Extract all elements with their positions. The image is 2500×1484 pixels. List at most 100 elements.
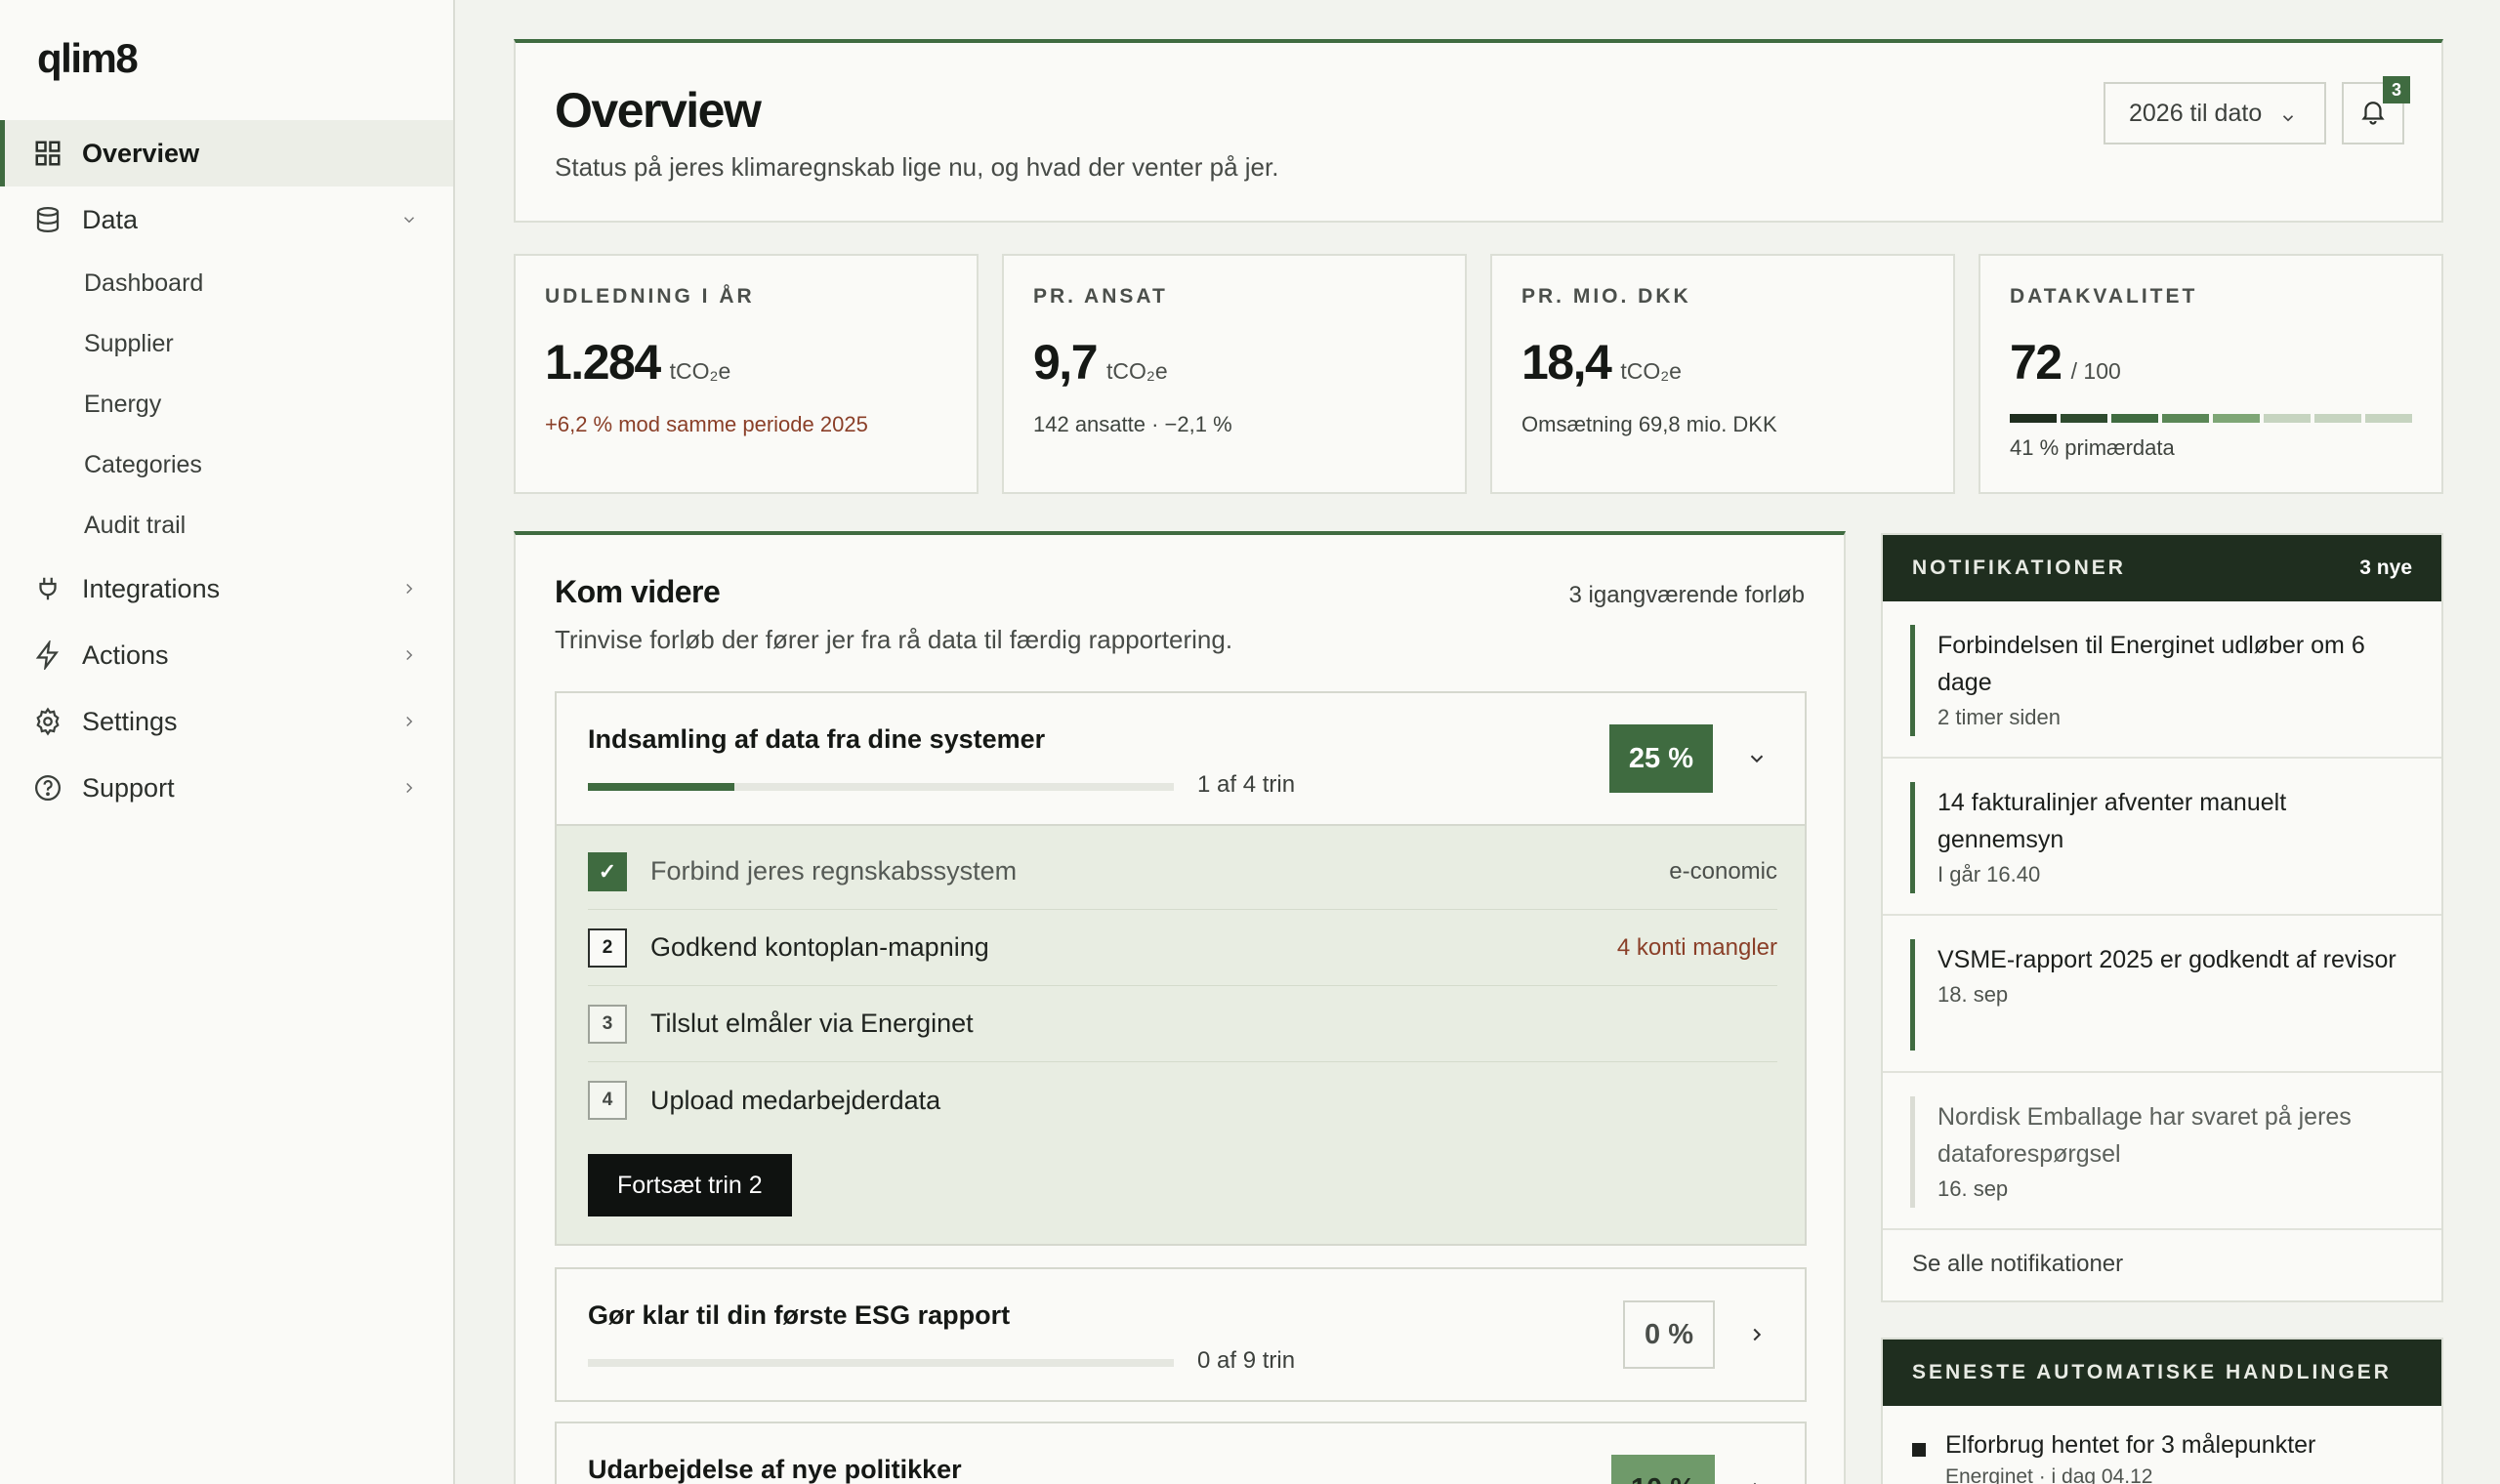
app-logo[interactable]: qlim8 <box>37 35 139 82</box>
sidebar-item-label: Overview <box>82 138 200 168</box>
kpi-card-per-employee: PR. ANSAT 9,7 tCO₂e 142 ansatte · −2,1 % <box>1002 254 1467 494</box>
notification-count-badge: 3 <box>2383 76 2410 103</box>
chevron-down-icon <box>2279 105 2297 123</box>
notification-item[interactable]: 14 fakturalinjer afventer manuelt gennem… <box>1883 759 2441 916</box>
sidebar-subitem-categories[interactable]: Categories <box>0 434 453 495</box>
notification-item[interactable]: Nordisk Emballage har svaret på jeres da… <box>1883 1073 2441 1230</box>
sidebar: qlim8 Overview Data Dashboard Supplier E… <box>0 0 455 1484</box>
sidebar-item-overview[interactable]: Overview <box>0 120 453 186</box>
flows-count: 3 igangværende forløb <box>1568 582 1805 608</box>
database-icon <box>33 205 62 234</box>
gear-icon <box>33 707 62 736</box>
plug-icon <box>33 574 62 603</box>
section-subtitle: Trinvise forløb der fører jer fra rå dat… <box>555 625 1233 654</box>
quality-segment <box>2365 414 2412 423</box>
flow-step[interactable]: ✓ Forbind jeres regnskabssystem e-conomi… <box>588 834 1777 910</box>
sidebar-subitem-audit-trail[interactable]: Audit trail <box>0 495 453 556</box>
progress-flows-card: Kom videre 3 igangværende forløb Trinvis… <box>514 531 1846 1484</box>
kpi-card-data-quality: DATAKVALITET 72 / 100 41 % primærdata <box>1979 254 2443 494</box>
quality-segment <box>2162 414 2209 423</box>
auto-actions-panel: SENESTE AUTOMATISKE HANDLINGER Elforbrug… <box>1881 1338 2443 1484</box>
kpi-note: Omsætning 69,8 mio. DKK <box>1521 412 1777 436</box>
flow-percent-badge: 10 % <box>1610 1455 1715 1484</box>
auto-action-meta: Energinet · i dag 04.12 <box>1945 1465 2153 1484</box>
kpi-note: 142 ansatte · −2,1 % <box>1033 412 1232 436</box>
sidebar-item-label: Data <box>82 204 139 234</box>
chevron-down-icon <box>400 211 418 228</box>
kpi-note: +6,2 % mod samme periode 2025 <box>545 412 868 436</box>
notifications-header: NOTIFIKATIONER 3 nye <box>1883 535 2441 601</box>
kpi-card-emissions: UDLEDNING I ÅR 1.284 tCO₂e +6,2 % mod sa… <box>514 254 979 494</box>
notification-item[interactable]: Forbindelsen til Energinet udløber om 6 … <box>1883 601 2441 759</box>
flow-header[interactable]: Gør klar til din første ESG rapport 0 af… <box>557 1269 1805 1400</box>
quality-segment <box>2314 414 2361 423</box>
chevron-right-icon <box>400 580 418 598</box>
notification-time: 18. sep <box>1938 982 2009 1007</box>
chevron-right-icon[interactable] <box>1746 1478 1768 1484</box>
quality-segment <box>2061 414 2107 423</box>
step-checkbox: ✓ <box>588 851 627 891</box>
sidebar-item-support[interactable]: Support <box>0 755 453 821</box>
kpi-unit: tCO₂e <box>1106 358 1168 384</box>
see-all-notifications-link[interactable]: Se alle notifikationer <box>1883 1230 2441 1298</box>
flow-steps-count: 0 af 9 trin <box>1197 1347 1296 1374</box>
page-header: Overview Status på jeres klimaregnskab l… <box>514 39 2443 223</box>
flow-header[interactable]: Indsamling af data fra dine systemer 1 a… <box>557 693 1805 824</box>
chevron-right-icon[interactable] <box>1746 1324 1768 1345</box>
notification-item[interactable]: VSME-rapport 2025 er godkendt af revisor… <box>1883 916 2441 1073</box>
step-meta: e-conomic <box>1669 857 1777 885</box>
flow-steps-count: 1 af 4 trin <box>1197 771 1296 798</box>
kpi-unit: tCO₂e <box>669 358 731 384</box>
flow-percent-badge: 0 % <box>1623 1300 1715 1369</box>
step-number: 3 <box>588 1004 627 1044</box>
bullet-square-icon <box>1912 1443 1926 1457</box>
sidebar-subitem-dashboard[interactable]: Dashboard <box>0 253 453 313</box>
flow-title: Udarbejdelse af nye politikker <box>588 1455 962 1484</box>
step-label: Upload medarbejderdata <box>650 1085 941 1115</box>
flow-step[interactable]: 3 Tilslut elmåler via Energinet <box>588 986 1777 1062</box>
chevron-down-icon[interactable] <box>1746 748 1768 769</box>
flow-percent-badge: 25 % <box>1608 724 1713 793</box>
kpi-number: 72 <box>2010 335 2062 390</box>
sidebar-item-actions[interactable]: Actions <box>0 622 453 688</box>
kpi-value: 9,7 tCO₂e <box>1033 334 1168 391</box>
read-indicator <box>1910 1096 1915 1208</box>
sidebar-subitem-energy[interactable]: Energy <box>0 374 453 434</box>
auto-action-item[interactable]: Elforbrug hentet for 3 målepunkter Energ… <box>1883 1406 2441 1484</box>
page-title: Overview <box>555 83 762 138</box>
notification-time: 2 timer siden <box>1938 705 2061 729</box>
flow-steps-panel: ✓ Forbind jeres regnskabssystem e-conomi… <box>557 824 1805 1244</box>
step-label: Godkend kontoplan-mapning <box>650 932 989 962</box>
flow-step[interactable]: 2 Godkend kontoplan-mapning 4 konti mang… <box>588 910 1777 986</box>
kpi-card-per-revenue: PR. MIO. DKK 18,4 tCO₂e Omsætning 69,8 m… <box>1490 254 1955 494</box>
sidebar-item-label: Actions <box>82 639 169 670</box>
step-number: 2 <box>588 928 627 968</box>
flow-header[interactable]: Udarbejdelse af nye politikker 10 % <box>557 1423 1805 1484</box>
section-title: Kom videre <box>555 574 721 609</box>
flow-progress-track <box>588 1359 1174 1367</box>
auto-actions-header: SENESTE AUTOMATISKE HANDLINGER <box>1883 1340 2441 1406</box>
sidebar-item-label: Support <box>82 772 175 803</box>
flow-title: Indsamling af data fra dine systemer <box>588 724 1046 754</box>
chevron-right-icon <box>400 779 418 797</box>
sidebar-item-integrations[interactable]: Integrations <box>0 556 453 622</box>
sidebar-item-label: Settings <box>82 706 178 736</box>
period-select[interactable]: 2026 til dato <box>2104 82 2326 144</box>
kpi-number: 1.284 <box>545 335 661 390</box>
kpi-value: 72 / 100 <box>2010 334 2121 391</box>
sidebar-nav: Overview Data Dashboard Supplier Energy … <box>0 120 453 821</box>
notifications-new-count: 3 nye <box>2359 556 2412 579</box>
step-label: Forbind jeres regnskabssystem <box>650 856 1018 886</box>
step-meta: 4 konti mangler <box>1616 933 1777 961</box>
flow-progress-track <box>588 783 1174 791</box>
sidebar-item-settings[interactable]: Settings <box>0 688 453 755</box>
flow-step[interactable]: 4 Upload medarbejderdata <box>588 1062 1777 1138</box>
sidebar-subitem-supplier[interactable]: Supplier <box>0 313 453 374</box>
continue-step-button[interactable]: Fortsæt trin 2 <box>588 1154 792 1216</box>
sidebar-item-data[interactable]: Data <box>0 186 453 253</box>
flow-title: Gør klar til din første ESG rapport <box>588 1300 1011 1330</box>
notification-text: Forbindelsen til Energinet udløber om 6 … <box>1938 632 2365 696</box>
kpi-value: 18,4 tCO₂e <box>1521 334 1682 391</box>
auto-actions-title: SENESTE AUTOMATISKE HANDLINGER <box>1912 1361 2392 1383</box>
lightning-icon <box>33 640 62 670</box>
